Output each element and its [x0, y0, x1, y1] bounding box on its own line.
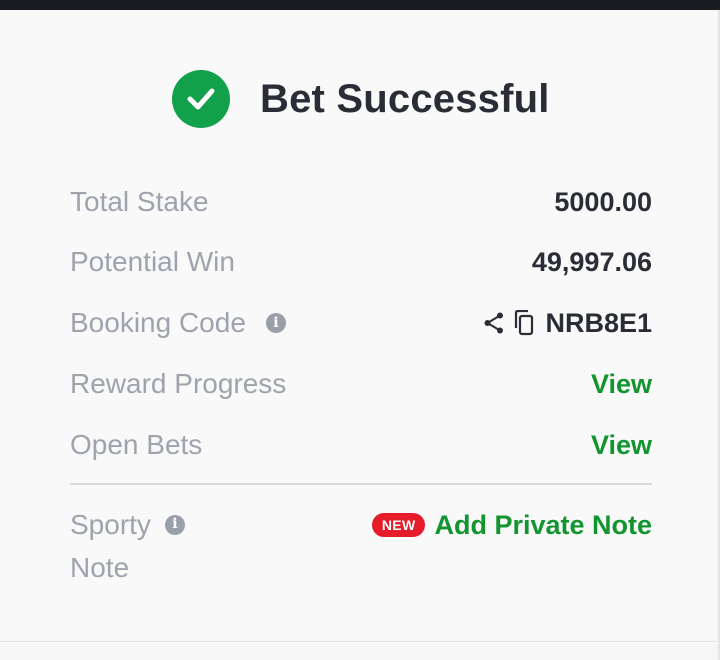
- add-private-note-link[interactable]: Add Private Note: [434, 510, 652, 541]
- open-bets-label: Open Bets: [70, 429, 203, 460]
- new-badge: NEW: [371, 513, 426, 537]
- sporty-note-label-line1: Sporty: [70, 509, 151, 540]
- potential-win-value: 49,997.06: [531, 246, 652, 277]
- info-icon[interactable]: i: [164, 514, 185, 535]
- share-icon[interactable]: [483, 311, 505, 335]
- booking-code-label: Booking Code: [70, 307, 246, 338]
- section-divider: [70, 483, 652, 485]
- sporty-note-label-line2: Note: [70, 552, 130, 583]
- booking-code-value-group: NRB8E1: [483, 308, 652, 339]
- total-stake-row: Total Stake 5000.00: [70, 180, 652, 224]
- potential-win-row: Potential Win 49,997.06: [70, 240, 652, 284]
- potential-win-label: Potential Win: [70, 246, 235, 277]
- sporty-note-label: Sporty i Note: [70, 503, 230, 589]
- open-bets-view-link[interactable]: View: [591, 430, 652, 461]
- reward-progress-label: Reward Progress: [70, 368, 287, 399]
- copy-icon[interactable]: [513, 310, 535, 336]
- page-title: Bet Successful: [260, 76, 550, 121]
- bet-success-header: Bet Successful: [172, 62, 550, 136]
- info-icon[interactable]: i: [265, 313, 286, 333]
- top-status-bar: [0, 0, 720, 10]
- bottom-divider: [0, 641, 720, 642]
- reward-progress-row: Reward Progress View: [70, 362, 652, 406]
- reward-progress-view-link[interactable]: View: [591, 369, 652, 400]
- add-private-note-button[interactable]: NEW Add Private Note: [371, 505, 652, 545]
- booking-code-value[interactable]: NRB8E1: [545, 308, 652, 339]
- total-stake-value: 5000.00: [554, 186, 652, 217]
- total-stake-label: Total Stake: [70, 186, 209, 217]
- open-bets-row: Open Bets View: [70, 423, 652, 467]
- booking-code-row: Booking Code i NRB8E1: [70, 301, 652, 345]
- booking-code-label-group: Booking Code i: [70, 307, 286, 339]
- check-circle-icon: [172, 70, 230, 128]
